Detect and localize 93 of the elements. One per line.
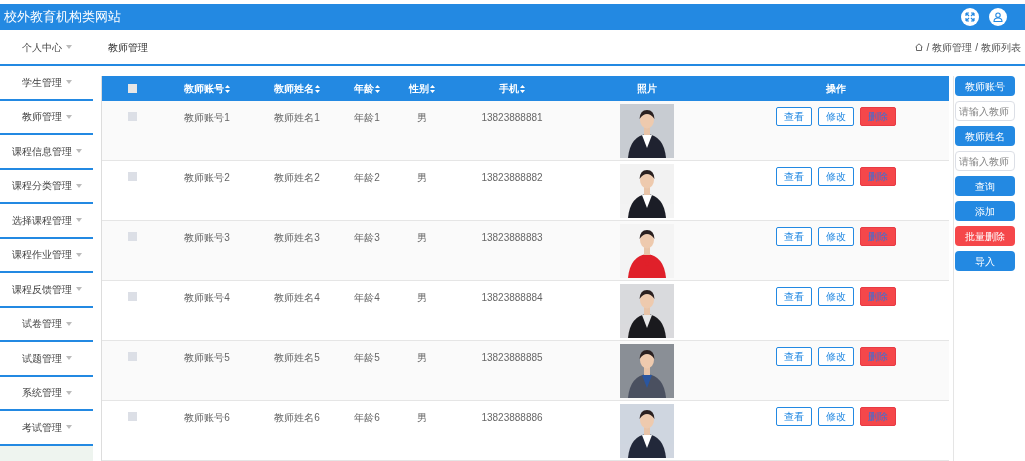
action-button[interactable]: 添加 (955, 201, 1015, 221)
user-button[interactable] (989, 8, 1007, 26)
table-cell-text: 年龄1 (354, 111, 380, 125)
column-header: 照片 (637, 82, 657, 96)
edit-button[interactable]: 修改 (817, 227, 854, 246)
table-cell-text: 教师姓名4 (274, 291, 320, 305)
table-cell-text: 男 (417, 351, 427, 365)
table-cell-text: 男 (417, 411, 427, 425)
checkbox[interactable] (127, 84, 137, 93)
action-button[interactable]: 查询 (955, 176, 1015, 196)
caret-icon (75, 252, 82, 257)
search-field[interactable]: 请输入教师 (955, 151, 1015, 171)
column-header[interactable]: 性别 (409, 81, 435, 96)
sort-icon (430, 84, 435, 93)
table-cell-text: 教师账号1 (184, 111, 230, 125)
view-button[interactable]: 查看 (775, 167, 812, 186)
batch-delete-button[interactable]: 批量删除 (955, 226, 1015, 246)
view-button[interactable]: 查看 (775, 347, 812, 366)
table-cell-text: 教师姓名6 (274, 411, 320, 425)
table-cell-text: 教师姓名1 (274, 111, 320, 125)
table-cell-text: 教师账号6 (184, 411, 230, 425)
view-button[interactable]: 查看 (775, 407, 812, 426)
table-cell-text: 年龄6 (354, 411, 380, 425)
table-cell-text: 13823888884 (481, 291, 543, 305)
table-cell-text: 年龄3 (354, 231, 380, 245)
table-cell-text: 13823888886 (481, 411, 543, 425)
checkbox[interactable] (127, 412, 137, 421)
sidebar-item[interactable]: 个人中心 (0, 39, 93, 55)
breadcrumb-item: 教师列表 (981, 40, 1021, 55)
table-cell-text: 年龄5 (354, 351, 380, 365)
edit-button[interactable]: 修改 (817, 167, 854, 186)
column-header[interactable]: 教师姓名 (274, 81, 320, 96)
column-header: 操作 (825, 82, 846, 96)
caret-icon (65, 390, 72, 395)
view-button[interactable]: 查看 (775, 227, 812, 246)
table-cell-text: 13823888882 (481, 171, 543, 185)
table-cell-text: 教师姓名2 (274, 171, 320, 185)
edit-button[interactable]: 修改 (817, 287, 854, 306)
table-cell-text: 教师姓名5 (274, 351, 320, 365)
field-label: 教师账号 (955, 76, 1015, 96)
action-button[interactable]: 导入 (955, 251, 1015, 271)
edit-button[interactable]: 修改 (817, 347, 854, 366)
search-field[interactable]: 请输入教师 (955, 101, 1015, 121)
expand-icon (965, 12, 975, 22)
table-cell-text: 年龄2 (354, 171, 380, 185)
checkbox[interactable] (127, 232, 137, 241)
breadcrumb-separator: / (975, 40, 978, 55)
checkbox[interactable] (127, 292, 137, 301)
view-button[interactable]: 查看 (775, 107, 812, 126)
breadcrumb-separator: / (926, 40, 930, 55)
caret-icon (65, 80, 72, 85)
caret-icon (75, 287, 82, 292)
user-icon (993, 12, 1003, 22)
checkbox[interactable] (127, 172, 137, 181)
breadcrumb-item[interactable]: 教师管理 (932, 39, 973, 55)
table-cell-text: 男 (417, 291, 427, 305)
table-cell-text: 教师账号2 (184, 171, 230, 185)
caret-icon (65, 321, 72, 326)
sort-icon (375, 84, 380, 93)
caret-icon (75, 218, 82, 223)
page-title: 教师管理 (108, 40, 148, 55)
caret-icon (65, 45, 72, 49)
field-label: 教师姓名 (955, 126, 1015, 146)
site-title: 校外教育机构类网站 (4, 8, 121, 27)
checkbox[interactable] (127, 352, 137, 361)
table-cell-text: 教师账号5 (184, 351, 230, 365)
caret-icon (75, 149, 82, 154)
table-cell-text: 教师账号4 (184, 291, 230, 305)
home-icon (915, 43, 924, 51)
column-header[interactable]: 年龄 (354, 81, 380, 96)
caret-icon (75, 183, 82, 188)
column-header[interactable]: 教师账号 (184, 81, 230, 96)
table-cell-text: 男 (417, 231, 427, 245)
checkbox[interactable] (127, 112, 137, 121)
table-cell-text: 13823888881 (481, 111, 543, 125)
sort-icon (520, 84, 525, 93)
table-cell-text: 男 (417, 171, 427, 185)
fullscreen-button[interactable] (961, 8, 979, 26)
edit-button[interactable]: 修改 (817, 407, 854, 426)
table-cell-text: 13823888883 (481, 231, 543, 245)
caret-icon (65, 114, 72, 119)
caret-icon (65, 356, 72, 361)
table-cell-text: 教师姓名3 (274, 231, 320, 245)
table-cell-text: 男 (417, 111, 427, 125)
table-cell-text: 教师账号3 (184, 231, 230, 245)
table-cell-text: 13823888885 (481, 351, 543, 365)
view-button[interactable]: 查看 (775, 287, 812, 306)
sort-icon (225, 84, 230, 93)
table-cell-text: 年龄4 (354, 291, 380, 305)
edit-button[interactable]: 修改 (817, 107, 854, 126)
sort-icon (315, 84, 320, 93)
caret-icon (65, 425, 72, 430)
column-header[interactable]: 手机 (499, 81, 525, 96)
